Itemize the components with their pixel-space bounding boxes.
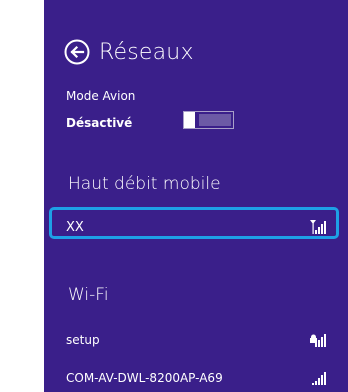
network-name: COM-AV-DWL-8200AP-A69 xyxy=(66,371,223,385)
airplane-mode-label: Mode Avion xyxy=(66,89,136,103)
wifi-signal-secured-icon xyxy=(310,334,326,347)
airplane-mode-toggle[interactable] xyxy=(183,111,234,129)
page-title: Réseaux xyxy=(99,39,194,65)
back-button[interactable]: Réseaux xyxy=(64,37,194,67)
network-name: setup xyxy=(66,333,100,347)
toggle-thumb[interactable] xyxy=(184,112,195,128)
mobile-signal-icon xyxy=(310,220,326,234)
network-name: XX xyxy=(66,219,84,235)
mobile-network-item[interactable]: XX xyxy=(44,211,348,243)
wifi-network-item[interactable]: setup xyxy=(44,324,348,356)
mobile-broadband-heading: Haut débit mobile xyxy=(68,174,221,194)
wifi-signal-icon xyxy=(312,372,326,385)
toggle-track xyxy=(199,114,231,126)
back-arrow-icon xyxy=(64,39,90,65)
airplane-mode-state: Désactivé xyxy=(66,116,133,130)
wifi-network-item[interactable]: COM-AV-DWL-8200AP-A69 xyxy=(44,362,348,392)
network-flyout: Réseaux Mode Avion Désactivé Haut débit … xyxy=(44,0,348,392)
wifi-heading: Wi-Fi xyxy=(68,285,109,305)
